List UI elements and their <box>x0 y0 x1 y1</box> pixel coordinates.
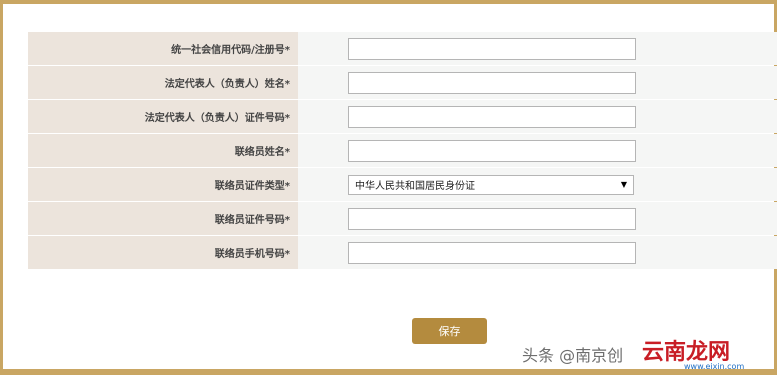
form-row-contact-phone: 联络员手机号码* <box>28 236 777 269</box>
contact-phone-input[interactable] <box>348 241 636 264</box>
contact-id-type-value: 中华人民共和国居民身份证 <box>355 181 475 192</box>
form-row-contact-id-type: 联络员证件类型* 中华人民共和国居民身份证 ▼ <box>28 168 777 201</box>
watermark-logo-sub: www.eixin.com <box>684 362 745 371</box>
legal-rep-id-input[interactable] <box>348 105 636 128</box>
credit-code-cell <box>298 32 777 65</box>
contact-name-label: 联络员姓名* <box>28 134 298 167</box>
frame-border-top <box>0 0 777 4</box>
contact-name-cell <box>298 134 777 167</box>
form-row-credit-code: 统一社会信用代码/注册号* <box>28 32 777 65</box>
legal-rep-name-cell <box>298 66 777 99</box>
contact-id-number-input[interactable] <box>348 207 636 230</box>
form-row-contact-name: 联络员姓名* <box>28 134 777 167</box>
contact-id-type-select[interactable]: 中华人民共和国居民身份证 ▼ <box>348 174 634 195</box>
form-row-legal-rep-name: 法定代表人（负责人）姓名* <box>28 66 777 99</box>
contact-id-type-label: 联络员证件类型* <box>28 168 298 201</box>
dropdown-arrow-icon: ▼ <box>620 180 627 189</box>
credit-code-input[interactable] <box>348 37 636 60</box>
contact-id-type-cell: 中华人民共和国居民身份证 ▼ <box>298 168 777 201</box>
credit-code-label: 统一社会信用代码/注册号* <box>28 32 298 65</box>
frame-border-left <box>0 0 3 375</box>
contact-phone-cell <box>298 236 777 269</box>
legal-rep-name-label: 法定代表人（负责人）姓名* <box>28 66 298 99</box>
legal-rep-id-label: 法定代表人（负责人）证件号码* <box>28 100 298 133</box>
contact-id-number-cell <box>298 202 777 235</box>
legal-rep-name-input[interactable] <box>348 71 636 94</box>
legal-rep-id-cell <box>298 100 777 133</box>
form-row-legal-rep-id: 法定代表人（负责人）证件号码* <box>28 100 777 133</box>
save-button[interactable]: 保存 <box>412 318 487 344</box>
contact-phone-label: 联络员手机号码* <box>28 236 298 269</box>
frame-border-bottom <box>0 369 777 375</box>
form-row-contact-id-number: 联络员证件号码* <box>28 202 777 235</box>
watermark-text: 头条 @南京创 <box>522 346 624 365</box>
contact-id-number-label: 联络员证件号码* <box>28 202 298 235</box>
contact-name-input[interactable] <box>348 139 636 162</box>
registration-form: 统一社会信用代码/注册号* 法定代表人（负责人）姓名* 法定代表人（负责人）证件… <box>28 32 777 270</box>
